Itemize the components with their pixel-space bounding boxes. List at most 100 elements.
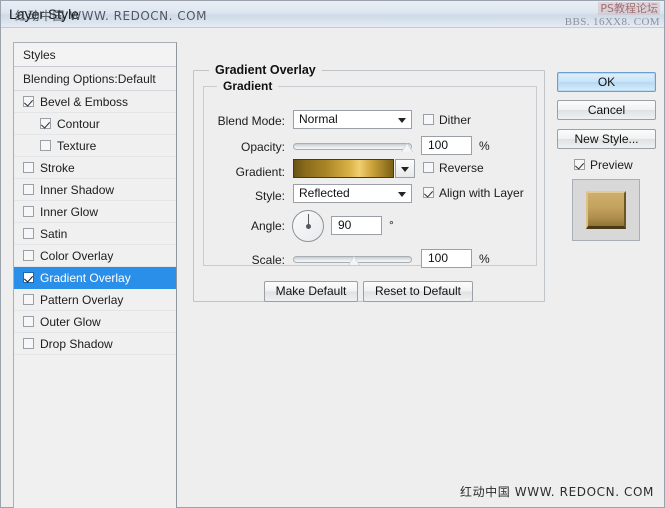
watermark-title-overlay: 红动中国 WWW. REDOCN. COM — [15, 7, 207, 24]
opacity-input[interactable]: 100 — [421, 136, 472, 155]
sidebar-item-drop-shadow[interactable]: Drop Shadow — [14, 333, 176, 355]
sidebar-item-texture[interactable]: Texture — [14, 135, 176, 157]
sidebar-item-satin[interactable]: Satin — [14, 223, 176, 245]
checkbox-satin[interactable] — [23, 228, 34, 239]
sidebar-item-label: Inner Shadow — [40, 183, 115, 197]
opacity-slider[interactable] — [293, 143, 413, 152]
preview-chip — [586, 191, 626, 229]
gradient-label: Gradient: — [235, 165, 285, 179]
sidebar-item-label: Gradient Overlay — [40, 271, 131, 285]
checkbox-pattern-overlay[interactable] — [23, 294, 34, 305]
opacity-unit: % — [479, 139, 490, 153]
watermark-topright-line1: PS教程论坛 — [598, 2, 660, 15]
checkbox-stroke[interactable] — [23, 162, 34, 173]
watermark-bottom-text: 红动中国 WWW. REDOCN. COM — [459, 485, 654, 499]
opacity-label: Opacity: — [240, 140, 285, 154]
gradient-style-value: Reflected — [299, 186, 350, 200]
scale-label: Scale: — [251, 253, 285, 267]
chevron-down-icon — [401, 167, 409, 172]
styles-panel-header: Styles — [14, 43, 176, 67]
preview-label: Preview — [590, 158, 633, 172]
sidebar-item-bevel-emboss[interactable]: Bevel & Emboss — [14, 91, 176, 113]
angle-unit: ° — [389, 218, 394, 232]
chevron-down-icon — [398, 118, 406, 123]
checkbox-contour[interactable] — [40, 118, 51, 129]
reverse-label: Reverse — [439, 161, 484, 175]
sidebar-item-label: Color Overlay — [40, 249, 114, 263]
checkbox-drop-shadow[interactable] — [23, 338, 34, 349]
opacity-value: 100 — [428, 138, 449, 152]
blend-mode-value: Normal — [299, 112, 338, 126]
layer-style-dialog: Layer Style 红动中国 WWW. REDOCN. COM PS教程论坛… — [0, 0, 665, 508]
sidebar-item-pattern-overlay[interactable]: Pattern Overlay — [14, 289, 176, 311]
scale-unit: % — [479, 252, 490, 266]
sidebar-item-label: Bevel & Emboss — [40, 95, 129, 109]
watermark-topright-line2: BBS. 16XX8. COM — [564, 16, 660, 28]
checkbox-preview[interactable] — [574, 159, 585, 170]
opacity-slider-thumb[interactable] — [401, 143, 413, 152]
angle-label: Angle: — [250, 219, 285, 233]
checkbox-reverse[interactable] — [423, 162, 434, 173]
sidebar-item-label: Pattern Overlay — [40, 293, 124, 307]
sidebar-item-outer-glow[interactable]: Outer Glow — [14, 311, 176, 333]
sidebar-item-color-overlay[interactable]: Color Overlay — [14, 245, 176, 267]
ok-button[interactable]: OK — [557, 72, 656, 92]
cancel-button[interactable]: Cancel — [557, 100, 656, 120]
sidebar-item-stroke[interactable]: Stroke — [14, 157, 176, 179]
chevron-down-icon — [398, 192, 406, 197]
angle-dial[interactable] — [292, 210, 324, 242]
gradient-overlay-group-title: Gradient Overlay — [209, 63, 322, 77]
angle-input[interactable]: 90 — [331, 216, 382, 235]
gradient-style-select[interactable]: Reflected — [293, 184, 412, 203]
checkbox-color-overlay[interactable] — [23, 250, 34, 261]
gradient-group-title: Gradient — [217, 79, 279, 93]
checkbox-bevel-emboss[interactable] — [23, 96, 34, 107]
checkbox-texture[interactable] — [40, 140, 51, 151]
dither-label: Dither — [439, 113, 472, 127]
style-label: Style: — [254, 189, 285, 203]
sidebar-item-inner-shadow[interactable]: Inner Shadow — [14, 179, 176, 201]
blending-options-item[interactable]: Blending Options:Default — [14, 67, 176, 91]
sidebar-item-gradient-overlay[interactable]: Gradient Overlay — [14, 267, 176, 289]
sidebar-item-label: Contour — [57, 117, 100, 131]
checkbox-dither[interactable] — [423, 114, 434, 125]
checkbox-align-with-layer[interactable] — [423, 187, 434, 198]
gradient-picker-dropdown[interactable] — [395, 159, 415, 178]
angle-value: 90 — [338, 218, 352, 232]
scale-slider-thumb[interactable] — [348, 256, 360, 265]
checkbox-gradient-overlay[interactable] — [23, 272, 34, 283]
align-with-layer-row[interactable]: Align with Layer — [423, 186, 524, 200]
watermark-bottom: 红动中国 WWW. REDOCN. COM — [460, 483, 654, 500]
reset-to-default-button[interactable]: Reset to Default — [363, 281, 473, 302]
new-style-button[interactable]: New Style... — [557, 129, 656, 149]
make-default-button[interactable]: Make Default — [264, 281, 358, 302]
sidebar-item-label: Outer Glow — [40, 315, 101, 329]
sidebar-item-label: Stroke — [40, 161, 75, 175]
sidebar-item-inner-glow[interactable]: Inner Glow — [14, 201, 176, 223]
watermark-title-text: 红动中国 WWW. REDOCN. COM — [15, 9, 207, 23]
dither-checkbox-row[interactable]: Dither — [423, 113, 471, 127]
sidebar-item-contour[interactable]: Contour — [14, 113, 176, 135]
screenshot-root: Layer Style 红动中国 WWW. REDOCN. COM PS教程论坛… — [0, 0, 665, 508]
scale-input[interactable]: 100 — [421, 249, 472, 268]
dialog-body: Styles Blending Options:Default Bevel & … — [1, 28, 664, 508]
align-with-layer-label: Align with Layer — [439, 186, 524, 200]
dialog-titlebar: Layer Style 红动中国 WWW. REDOCN. COM PS教程论坛… — [1, 1, 664, 28]
style-preview-thumbnail — [572, 179, 640, 241]
sidebar-item-label: Texture — [57, 139, 97, 153]
checkbox-inner-shadow[interactable] — [23, 184, 34, 195]
sidebar-item-label: Inner Glow — [40, 205, 99, 219]
blend-mode-select[interactable]: Normal — [293, 110, 412, 129]
preview-checkbox-row[interactable]: Preview — [574, 158, 633, 172]
reverse-checkbox-row[interactable]: Reverse — [423, 161, 484, 175]
checkbox-outer-glow[interactable] — [23, 316, 34, 327]
sidebar-item-label: Satin — [40, 227, 68, 241]
blend-mode-label: Blend Mode: — [217, 114, 285, 128]
scale-value: 100 — [428, 251, 449, 265]
scale-slider[interactable] — [293, 256, 412, 265]
gradient-swatch[interactable] — [293, 159, 394, 178]
watermark-top-right: PS教程论坛 BBS. 16XX8. COM — [564, 2, 660, 28]
angle-dial-hub — [306, 224, 311, 229]
styles-panel: Styles Blending Options:Default Bevel & … — [13, 42, 177, 508]
checkbox-inner-glow[interactable] — [23, 206, 34, 217]
